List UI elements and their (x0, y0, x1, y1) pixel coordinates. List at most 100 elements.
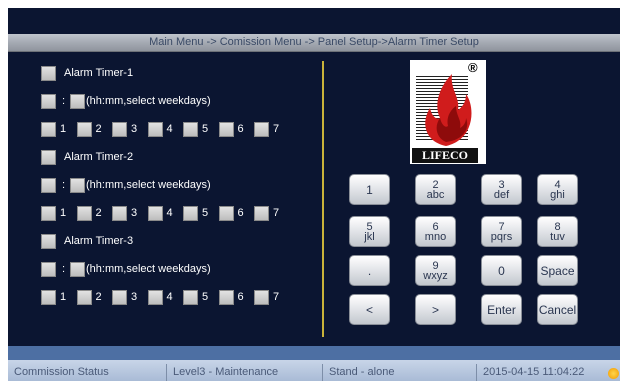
weekday-label: 7 (273, 207, 280, 219)
status-gap (8, 346, 620, 360)
key-10[interactable]: 0 (481, 255, 522, 286)
timer-enable-checkbox[interactable] (41, 150, 56, 165)
weekday-checkbox[interactable] (76, 122, 92, 137)
hour-field[interactable] (41, 262, 56, 277)
status-datetime: 2015-04-15 11:04:22 (476, 364, 608, 381)
key-5[interactable]: 6 mno (415, 216, 456, 247)
weekday-checkbox[interactable] (254, 122, 269, 137)
key-main-label: 5 (366, 220, 373, 233)
weekday-checkbox[interactable] (147, 122, 163, 137)
weekday-checkbox[interactable] (218, 122, 234, 137)
weekday-label: 4 (166, 207, 173, 219)
key-main-label: 8 (554, 220, 561, 233)
panel-divider (322, 61, 324, 337)
weekday-label: 2 (95, 291, 102, 303)
weekday-checkbox[interactable] (183, 122, 198, 137)
key-9[interactable]: 9 wxyz (415, 255, 456, 286)
lifeco-logo: ® LIFECO (410, 60, 486, 164)
weekday-checkbox[interactable] (41, 290, 56, 305)
screen: Main Menu -> Comission Menu -> Panel Set… (8, 8, 620, 381)
weekday-label: 2 (95, 207, 102, 219)
key-8[interactable]: . (349, 255, 390, 286)
key-sub-label: jkl (364, 230, 375, 243)
weekday-label: 1 (60, 123, 67, 135)
timer-enable-checkbox[interactable] (41, 234, 56, 249)
time-format-hint: (hh:mm,select weekdays) (86, 95, 211, 107)
weekday-checkbox[interactable] (41, 206, 56, 221)
weekday-checkbox[interactable] (183, 206, 198, 221)
key-main-label: 6 (432, 220, 439, 233)
timer-label: Alarm Timer-1 (64, 67, 134, 79)
key-main-label: > (431, 302, 439, 317)
logo-text: LIFECO (412, 148, 478, 163)
time-separator: : (62, 179, 66, 191)
status-bar: Commission Status Level3 - Maintenance S… (8, 360, 620, 381)
weekday-label: 6 (237, 291, 244, 303)
key-main-label: 2 (432, 178, 439, 191)
key-sub-label: def (493, 188, 510, 201)
key-sub-label: pqrs (490, 230, 513, 243)
weekday-label: 5 (202, 291, 209, 303)
weekday-label: 4 (166, 291, 173, 303)
key-0[interactable]: 1 (349, 174, 390, 205)
breadcrumb-title: Main Menu -> Comission Menu -> Panel Set… (8, 34, 620, 52)
weekday-checkbox[interactable] (76, 290, 92, 305)
hour-field[interactable] (41, 94, 56, 109)
weekday-checkbox[interactable] (112, 122, 127, 137)
weekday-label: 7 (273, 123, 280, 135)
weekday-label: 5 (202, 207, 209, 219)
weekday-checkbox[interactable] (254, 206, 269, 221)
key-sub-label: mno (424, 230, 447, 243)
key-14[interactable]: Enter (481, 294, 522, 325)
key-main-label: 3 (498, 178, 505, 191)
minute-field[interactable] (70, 94, 85, 109)
key-2[interactable]: 3 def (481, 174, 522, 205)
key-3[interactable]: 4 ghi (537, 174, 578, 205)
status-level: Level3 - Maintenance (166, 364, 322, 381)
key-main-label: 1 (366, 182, 373, 197)
weekday-checkbox[interactable] (112, 206, 127, 221)
weekday-checkbox[interactable] (41, 122, 56, 137)
key-main-label: Space (540, 263, 575, 278)
key-7[interactable]: 8 tuv (537, 216, 578, 247)
key-sub-label: ghi (550, 188, 565, 201)
weekday-label: 3 (131, 291, 138, 303)
key-6[interactable]: 7 pqrs (481, 216, 522, 247)
key-sub-label: wxyz (423, 269, 448, 282)
key-main-label: . (367, 263, 372, 278)
weekday-checkbox[interactable] (254, 290, 269, 305)
weekday-checkbox[interactable] (76, 206, 92, 221)
key-12[interactable]: < (349, 294, 390, 325)
weekday-checkbox[interactable] (183, 290, 198, 305)
time-separator: : (62, 95, 66, 107)
weekday-label: 3 (131, 123, 138, 135)
weekday-label: 3 (131, 207, 138, 219)
weekday-checkbox[interactable] (147, 206, 163, 221)
weekday-checkbox[interactable] (112, 290, 127, 305)
weekday-label: 5 (202, 123, 209, 135)
key-15[interactable]: Cancel (537, 294, 578, 325)
key-main-label: Cancel (538, 302, 577, 317)
key-4[interactable]: 5 jkl (349, 216, 390, 247)
weekday-checkbox[interactable] (147, 290, 163, 305)
timer-enable-checkbox[interactable] (41, 66, 56, 81)
hour-field[interactable] (41, 178, 56, 193)
status-mode: Stand - alone (322, 364, 476, 381)
minute-field[interactable] (70, 178, 85, 193)
key-sub-label: tuv (550, 230, 565, 243)
key-13[interactable]: > (415, 294, 456, 325)
minute-field[interactable] (70, 262, 85, 277)
time-format-hint: (hh:mm,select weekdays) (86, 263, 211, 275)
weekday-label: 2 (95, 123, 102, 135)
weekday-label: 6 (237, 123, 244, 135)
weekday-label: 1 (60, 207, 67, 219)
weekday-checkbox[interactable] (218, 290, 234, 305)
weekday-label: 1 (60, 291, 67, 303)
key-1[interactable]: 2 abc (415, 174, 456, 205)
weekday-checkbox[interactable] (218, 206, 234, 221)
key-main-label: 0 (498, 263, 505, 278)
timer-label: Alarm Timer-3 (64, 235, 134, 247)
weekday-label: 4 (166, 123, 173, 135)
key-11[interactable]: Space (537, 255, 578, 286)
weekday-label: 7 (273, 291, 280, 303)
